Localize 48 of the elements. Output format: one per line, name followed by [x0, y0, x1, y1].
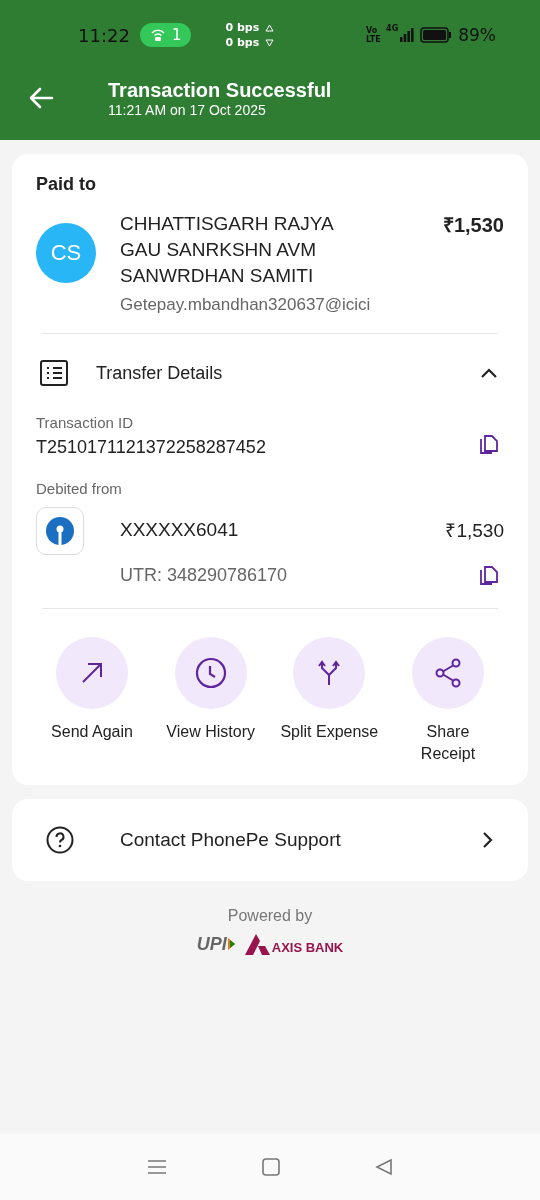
download-speed: 0 bps	[225, 35, 260, 50]
battery-percent: 89%	[458, 25, 496, 45]
download-triangle-icon	[265, 38, 275, 47]
transaction-id: T2510171121372258287452	[36, 437, 266, 458]
copy-icon[interactable]	[480, 565, 498, 586]
upload-speed: 0 bps	[225, 20, 260, 35]
action-label[interactable]: Split Expense	[280, 721, 379, 743]
arrow-up-right-icon	[80, 661, 104, 685]
hotspot-icon	[149, 28, 166, 42]
payee-upi-id: Getepay.mbandhan320637@icici	[120, 295, 372, 315]
debited-amount: ₹1,530	[445, 519, 504, 543]
volte-label: Vo LTE	[366, 26, 381, 44]
split-arrows-icon	[318, 660, 341, 686]
action-label[interactable]: Share Receipt	[398, 721, 498, 765]
upload-triangle-icon	[265, 23, 275, 32]
transaction-time: 11:21 AM on 17 Oct 2025	[108, 101, 267, 118]
share-icon	[433, 658, 462, 688]
support-button[interactable]: Contact PhonePe Support	[12, 799, 528, 881]
clock-icon	[194, 657, 227, 689]
screen-title: Transaction Successful	[108, 78, 332, 102]
list-icon	[40, 360, 68, 386]
action-label[interactable]: View History	[166, 721, 255, 743]
account-number: XXXXXX6041	[120, 519, 239, 541]
help-icon	[46, 826, 74, 854]
back-icon[interactable]	[374, 1158, 393, 1176]
status-time: 11:22	[78, 24, 130, 46]
utr-number: UTR: 348290786170	[120, 565, 288, 586]
home-icon[interactable]	[262, 1158, 280, 1176]
battery-icon	[420, 27, 453, 43]
paid-amount: ₹1,530	[442, 213, 504, 238]
action-label[interactable]: Send Again	[51, 721, 133, 743]
menu-icon[interactable]	[147, 1159, 168, 1175]
transfer-details-toggle[interactable]: Transfer Details	[36, 334, 504, 404]
bank-logo: AXIS BANK	[244, 933, 344, 955]
network-label: 4G	[386, 24, 399, 33]
payee-avatar: CS	[36, 223, 96, 283]
debited-from-label: Debited from	[36, 480, 123, 497]
hotspot-count: 1	[171, 26, 182, 44]
signal-icon	[400, 28, 415, 42]
transaction-id-label: Transaction ID	[36, 414, 134, 431]
upi-logo: UPI	[196, 933, 237, 955]
payee-name: CHHATTISGARH RAJYA GAU SANRKSHN AVM SANWRDHAN SAMITI	[120, 212, 335, 288]
back-arrow-icon[interactable]	[28, 87, 54, 109]
powered-by-text: Powered by	[227, 907, 313, 925]
copy-icon[interactable]	[480, 434, 498, 455]
bank-logo	[36, 507, 84, 555]
chevron-right-icon	[482, 831, 494, 849]
paid-to-heading: Paid to	[36, 174, 97, 195]
